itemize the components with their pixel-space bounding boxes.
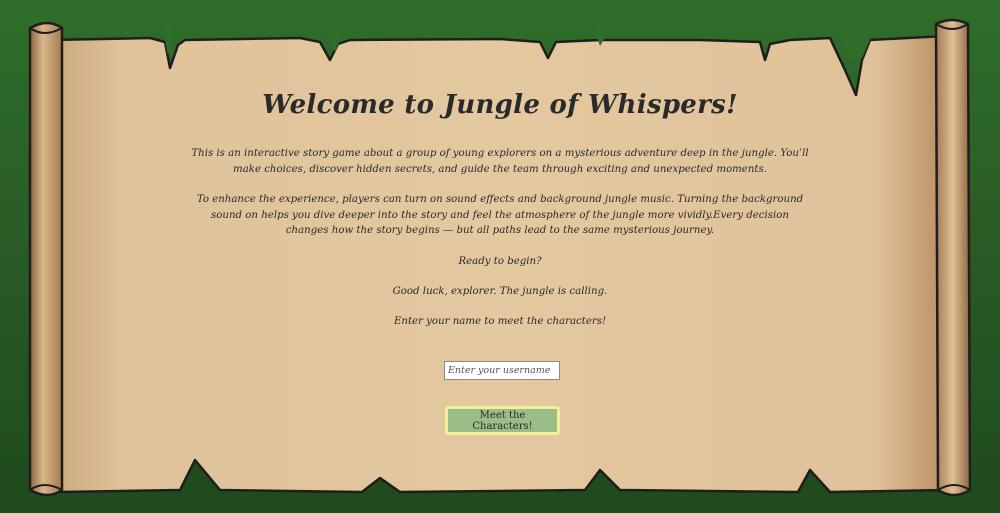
sound-info-paragraph: To enhance the experience, players can t… <box>196 194 804 236</box>
enter-name-text: Enter your name to meet the characters! <box>393 315 607 327</box>
ready-text: Ready to begin? <box>458 255 542 267</box>
meet-characters-button[interactable]: Meet the Characters! <box>445 406 560 435</box>
username-input[interactable] <box>444 361 560 380</box>
page-title: Welcome to Jungle of Whispers! <box>262 90 738 120</box>
intro-paragraph: This is an interactive story game about … <box>191 148 809 175</box>
welcome-panel: Welcome to Jungle of Whispers! This is a… <box>190 90 810 344</box>
left-scroll-roll <box>28 21 64 497</box>
right-scroll-roll <box>934 18 972 497</box>
game-screen: Welcome to Jungle of Whispers! This is a… <box>0 0 1000 513</box>
good-luck-text: Good luck, explorer. The jungle is calli… <box>392 285 608 297</box>
